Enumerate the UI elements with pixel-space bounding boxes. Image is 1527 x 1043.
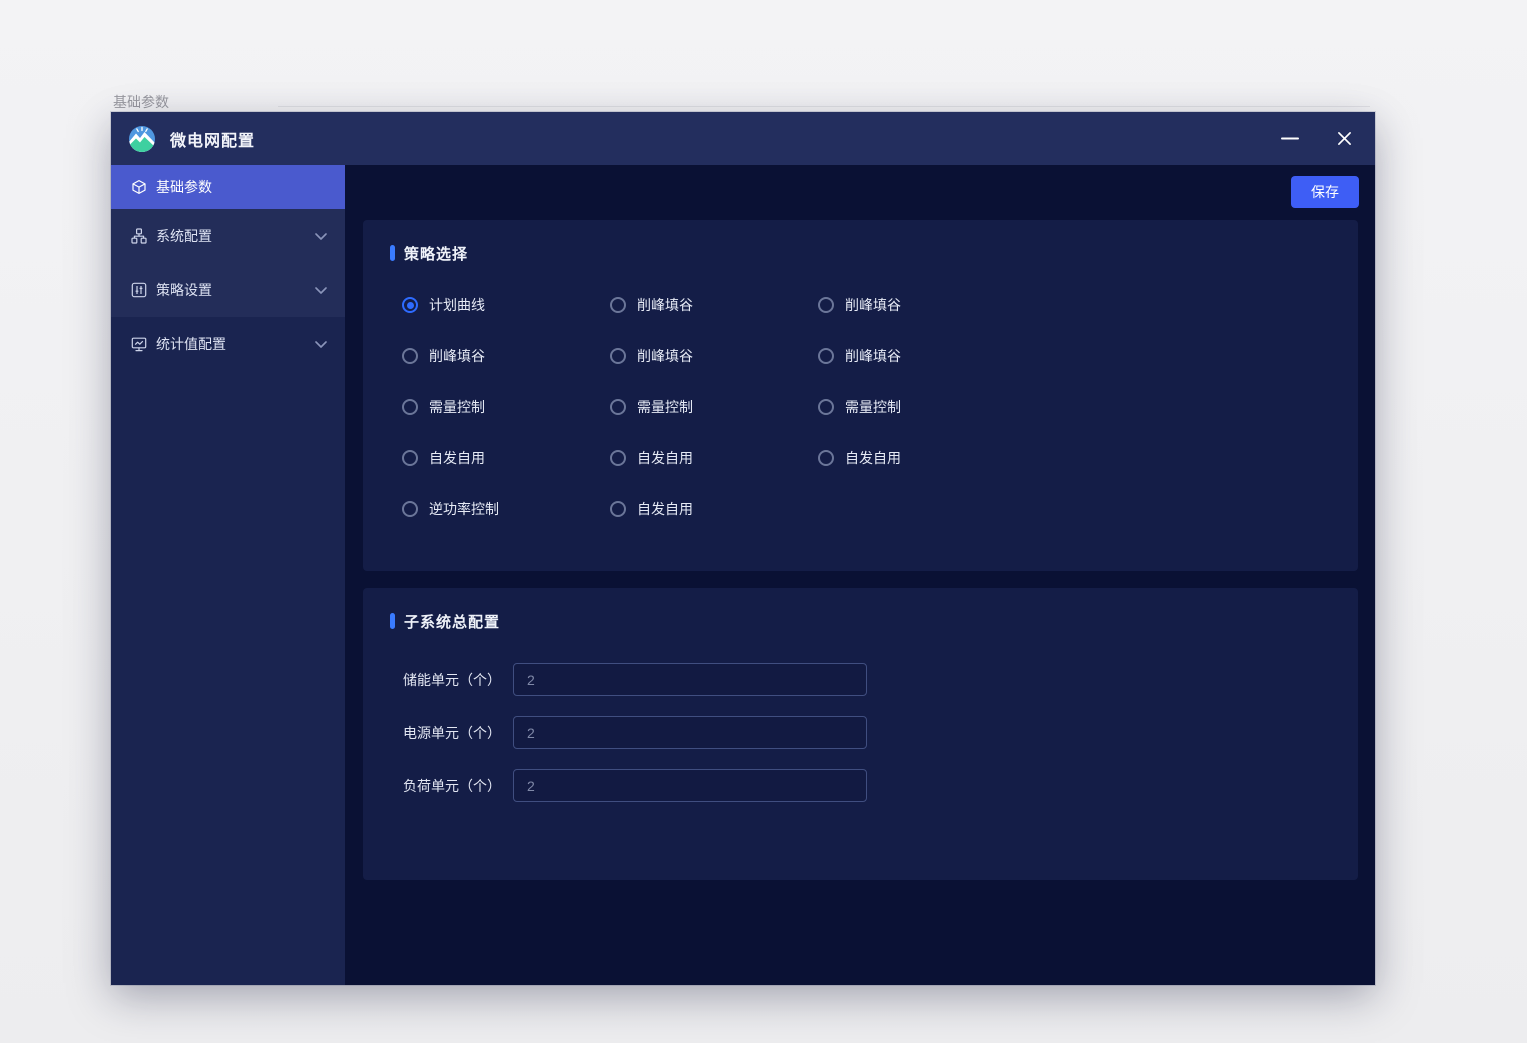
- sidebar-item-strategy-settings[interactable]: 策略设置: [111, 263, 345, 317]
- microgrid-config-window: 微电网配置 基础参数: [111, 112, 1375, 985]
- radio-icon[interactable]: [818, 348, 834, 364]
- field-row: 电源单元（个）: [363, 716, 1358, 749]
- panel-header: 子系统总配置: [363, 588, 1358, 630]
- radio-option-label: 自发自用: [845, 448, 901, 468]
- close-icon[interactable]: [1335, 130, 1353, 148]
- radio-option[interactable]: 自发自用: [610, 446, 818, 470]
- radio-option[interactable]: 削峰填谷: [818, 293, 1026, 317]
- field-row: 负荷单元（个）: [363, 769, 1358, 802]
- radio-option[interactable]: 削峰填谷: [610, 293, 818, 317]
- radio-option[interactable]: 削峰填谷: [818, 344, 1026, 368]
- subsystem-config-panel: 子系统总配置 储能单元（个） 电源单元（个） 负荷单元（个）: [363, 588, 1358, 880]
- subsystem-fields: 储能单元（个） 电源单元（个） 负荷单元（个）: [363, 663, 1358, 802]
- panel-header: 策略选择: [363, 220, 1358, 262]
- field-label: 储能单元（个）: [403, 670, 501, 690]
- sidebar-item-label: 系统配置: [156, 226, 212, 246]
- radio-icon[interactable]: [818, 450, 834, 466]
- background-tab-divider: [278, 106, 1370, 107]
- radio-option[interactable]: 计划曲线: [402, 293, 610, 317]
- sidebar: 基础参数 系统配置: [111, 165, 345, 985]
- sidebar-item-system-config[interactable]: 系统配置: [111, 209, 345, 263]
- strategy-options-grid: 计划曲线削峰填谷削峰填谷削峰填谷削峰填谷削峰填谷需量控制需量控制需量控制自发自用…: [402, 293, 1358, 521]
- chevron-down-icon: [315, 233, 327, 240]
- cube-icon: [131, 179, 147, 195]
- radio-option-label: 削峰填谷: [637, 346, 693, 366]
- monitor-icon: [131, 336, 147, 352]
- sidebar-item-label: 基础参数: [156, 177, 212, 197]
- sidebar-item-statistics-config[interactable]: 统计值配置: [111, 317, 345, 371]
- radio-option-label: 自发自用: [429, 448, 485, 468]
- background-tab-label: 基础参数: [113, 92, 169, 112]
- mountain-logo-icon: [128, 125, 156, 153]
- radio-option[interactable]: 自发自用: [402, 446, 610, 470]
- radio-option-label: 削峰填谷: [429, 346, 485, 366]
- unit-count-input[interactable]: [513, 716, 867, 749]
- radio-selected-icon[interactable]: [402, 297, 418, 313]
- panel-title: 策略选择: [404, 243, 468, 264]
- radio-icon[interactable]: [818, 399, 834, 415]
- radio-icon[interactable]: [610, 348, 626, 364]
- sidebar-item-label: 策略设置: [156, 280, 212, 300]
- save-button[interactable]: 保存: [1291, 176, 1359, 208]
- radio-option-label: 削峰填谷: [637, 295, 693, 315]
- minimize-icon[interactable]: [1281, 130, 1299, 148]
- field-label: 负荷单元（个）: [403, 776, 501, 796]
- radio-option[interactable]: 自发自用: [818, 446, 1026, 470]
- radio-option[interactable]: 需量控制: [402, 395, 610, 419]
- strategy-selection-panel: 策略选择 计划曲线削峰填谷削峰填谷削峰填谷削峰填谷削峰填谷需量控制需量控制需量控…: [363, 220, 1358, 571]
- content-area: 保存 策略选择 计划曲线削峰填谷削峰填谷削峰填谷削峰填谷削峰填谷需量控制需量控制…: [345, 165, 1375, 985]
- panel-title: 子系统总配置: [404, 611, 500, 632]
- radio-option[interactable]: 需量控制: [610, 395, 818, 419]
- sidebar-group: 系统配置 策略设置: [111, 209, 345, 317]
- radio-option[interactable]: 自发自用: [610, 497, 818, 521]
- radio-icon[interactable]: [610, 399, 626, 415]
- radio-icon[interactable]: [402, 399, 418, 415]
- radio-icon[interactable]: [402, 348, 418, 364]
- field-label: 电源单元（个）: [403, 723, 501, 743]
- radio-option-label: 削峰填谷: [845, 346, 901, 366]
- window-titlebar[interactable]: 微电网配置: [111, 112, 1375, 165]
- radio-option[interactable]: 需量控制: [818, 395, 1026, 419]
- sitemap-icon: [131, 228, 147, 244]
- radio-option-label: 需量控制: [429, 397, 485, 417]
- chevron-down-icon: [315, 287, 327, 294]
- radio-icon[interactable]: [402, 450, 418, 466]
- radio-option[interactable]: 削峰填谷: [610, 344, 818, 368]
- chevron-down-icon: [315, 341, 327, 348]
- radio-icon[interactable]: [610, 297, 626, 313]
- radio-dot: [407, 302, 414, 309]
- accent-bar-icon: [390, 245, 395, 261]
- page: 基础参数 微电网配置: [0, 0, 1527, 1043]
- radio-option-label: 需量控制: [637, 397, 693, 417]
- radio-option-label: 自发自用: [637, 448, 693, 468]
- radio-option-label: 削峰填谷: [845, 295, 901, 315]
- field-row: 储能单元（个）: [363, 663, 1358, 696]
- sliders-icon: [131, 282, 147, 298]
- radio-option-label: 自发自用: [637, 499, 693, 519]
- radio-option-label: 需量控制: [845, 397, 901, 417]
- sidebar-item-basic-params[interactable]: 基础参数: [111, 165, 345, 209]
- unit-count-input[interactable]: [513, 769, 867, 802]
- radio-option-label: 计划曲线: [429, 295, 485, 315]
- accent-bar-icon: [390, 613, 395, 629]
- radio-icon[interactable]: [818, 297, 834, 313]
- radio-icon[interactable]: [402, 501, 418, 517]
- window-title: 微电网配置: [170, 127, 255, 151]
- unit-count-input[interactable]: [513, 663, 867, 696]
- radio-icon[interactable]: [610, 501, 626, 517]
- radio-icon[interactable]: [610, 450, 626, 466]
- sidebar-item-label: 统计值配置: [156, 334, 226, 354]
- radio-option[interactable]: 削峰填谷: [402, 344, 610, 368]
- radio-option[interactable]: 逆功率控制: [402, 497, 610, 521]
- radio-option-label: 逆功率控制: [429, 499, 499, 519]
